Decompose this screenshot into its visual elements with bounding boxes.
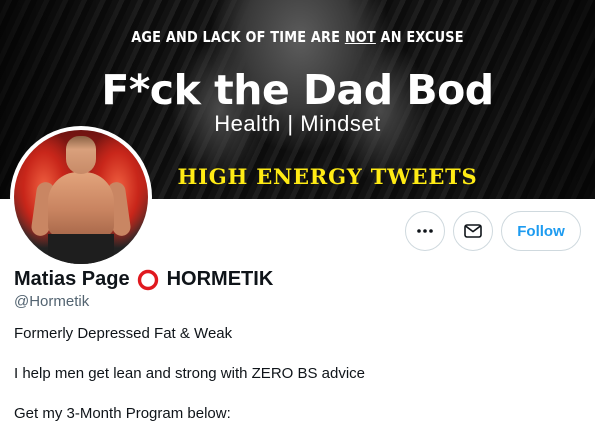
avatar-photo-head	[66, 136, 96, 174]
profile-name-row: Matias Page HORMETIK	[14, 268, 273, 291]
follow-button[interactable]: Follow	[501, 211, 581, 251]
bio-line-2: I help men get lean and strong with ZERO…	[14, 365, 366, 382]
more-button[interactable]	[405, 211, 445, 251]
bio-line-3: Get my 3-Month Program below:	[14, 405, 231, 422]
banner-headline: F*ck the Dad Bod	[101, 66, 494, 114]
bio-line-1: Formerly Depressed Fat & Weak	[14, 325, 233, 342]
profile-name: Matias Page	[14, 268, 130, 290]
banner-tagline-emphasis: NOT	[344, 28, 376, 46]
profile-avatar[interactable]	[14, 130, 148, 264]
hollow-red-circle-icon	[137, 269, 158, 290]
message-button[interactable]	[453, 211, 493, 251]
banner-tagline-part1: AGE AND LACK OF TIME ARE	[131, 28, 345, 46]
banner-tagline-part2: AN EXCUSE	[375, 28, 464, 46]
more-horizontal-icon	[417, 229, 433, 233]
profile-name-suffix: HORMETIK	[166, 268, 274, 290]
profile-handle: @Hormetik	[14, 293, 90, 310]
banner-tagline: AGE AND LACK OF TIME ARE NOT AN EXCUSE	[42, 28, 554, 46]
envelope-icon	[464, 224, 482, 238]
avatar-photo-torso	[48, 172, 114, 236]
avatar-photo-shorts	[48, 234, 114, 264]
